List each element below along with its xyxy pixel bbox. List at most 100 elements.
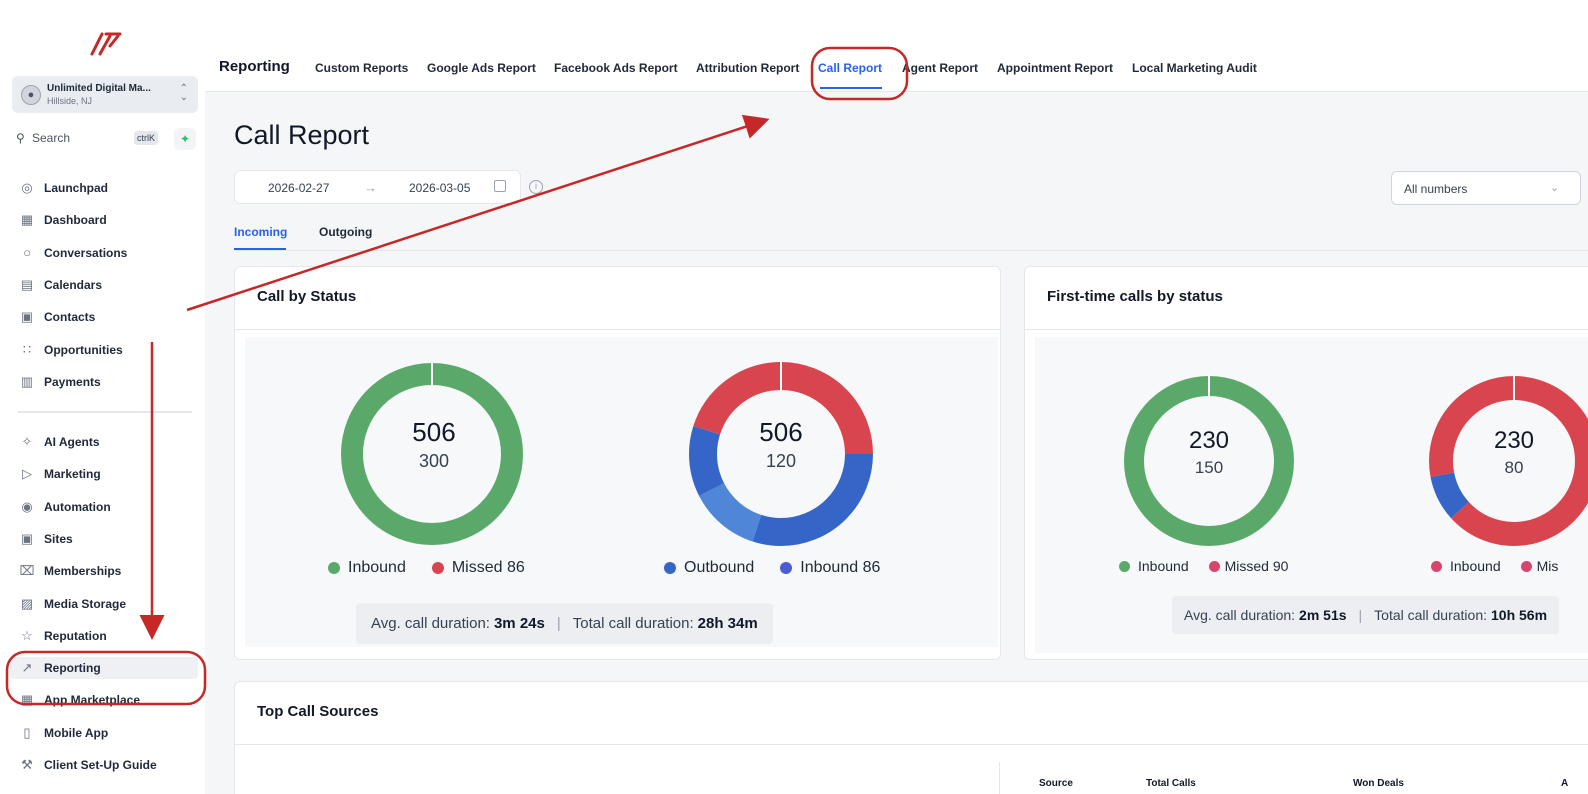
date-range-picker[interactable]: 2026-02-27 → 2026-03-05 [234,170,521,204]
sidebar-item-label: Conversations [44,245,128,260]
account-avatar-icon: ● [21,85,41,105]
launchpad-icon: ◎ [21,180,33,195]
image-icon: ▨ [20,595,34,611]
tab-custom-reports[interactable]: Custom Reports [315,61,408,75]
sidebar-item-reputation[interactable]: ☆ Reputation [18,625,198,647]
table-header-total-calls: Total Calls [1146,778,1196,789]
info-icon[interactable]: i [529,180,543,194]
legend-dot [431,562,444,574]
sidebar-item-ai-agents[interactable]: ✧ AI Agents [18,431,198,453]
subtab-outgoing[interactable]: Outgoing [319,225,372,239]
donut-total: 230 [1493,427,1535,454]
sidebar-item-opportunities[interactable]: ∷ Opportunities [18,339,198,361]
quick-action-button[interactable]: ✦ [174,128,196,150]
calendar-icon [494,180,506,192]
avg-duration-label: Avg. call duration: [371,615,490,632]
donut-total: 506 [412,417,456,447]
tab-local-marketing-audit[interactable]: Local Marketing Audit [1132,61,1257,75]
arrow-right-icon: → [364,180,377,195]
calendar-icon: ▤ [20,276,34,292]
donut-center-label: 506 120 [721,417,841,472]
avg-duration-label: Avg. call duration: [1184,607,1296,623]
tab-call-report[interactable]: Call Report [818,61,882,75]
legend-label: Inbound [348,559,406,576]
send-icon: ▷ [22,466,32,482]
top-nav-title: Reporting [219,58,290,75]
sidebar-item-label: Dashboard [44,213,107,228]
tab-attribution-report[interactable]: Attribution Report [696,61,799,75]
top-call-sources-card: Top Call Sources Source Total Calls Won … [234,681,1588,794]
sidebar-item-marketing[interactable]: ▷ Marketing [18,463,198,485]
sidebar-item-dashboard[interactable]: ▦ Dashboard [18,209,198,231]
legend-dot [328,562,340,574]
sidebar-item-label: App Marketplace [44,693,141,708]
sidebar-item-sites[interactable]: ▣ Sites [18,528,198,550]
subtab-incoming[interactable]: Incoming [234,225,287,239]
sidebar-item-conversations[interactable]: ○ Conversations [18,242,198,264]
numbers-select[interactable]: All numbers ⌄ [1391,171,1581,205]
legend-label: Missed 86 [451,559,525,576]
card-body: 230 150 230 80 Inbound Missed 90 Inbound… [1035,337,1588,653]
active-subtab-indicator [234,248,286,250]
legend-label: Missed 90 [1224,558,1289,574]
subtabs-divider [234,250,1588,251]
sidebar-item-label: Launchpad [44,181,109,195]
donut-center-label: 506 300 [374,417,494,472]
sidebar-item-label: Memberships [44,564,122,579]
sparkle-icon: ✧ [21,434,33,449]
logo-icon[interactable] [86,24,126,64]
donut-sub: 80 [1504,458,1524,477]
sidebar-item-calendars[interactable]: ▤ Calendars [18,274,198,296]
sidebar-item-label: Marketing [44,467,101,482]
sidebar-item-label: Client Set-Up Guide [44,758,157,772]
date-end: 2026-03-05 [409,181,471,195]
sidebar-item-reporting[interactable]: ↗ Reporting [10,657,198,680]
sidebar-item-label: Media Storage [44,596,127,611]
card-divider [1025,329,1588,330]
chevron-down-icon: ⌄ [1550,182,1560,194]
legend-label: Mis [1536,558,1559,574]
table-header-won-deals: Won Deals [1353,778,1404,789]
card-title: Top Call Sources [257,703,379,720]
sidebar-item-label: Opportunities [44,342,123,357]
account-switcher[interactable]: ● Unlimited Digital Ma... Hillside, NJ ⌃… [12,76,198,113]
chart-legend: Inbound Missed 86 [328,559,525,577]
stats-separator: | [556,615,561,632]
total-duration-label: Total call duration: [1374,607,1487,623]
tab-google-ads-report[interactable]: Google Ads Report [427,61,536,75]
sidebar-item-label: Calendars [44,277,103,292]
sidebar-item-label: Payments [44,374,101,389]
date-start: 2026-02-27 [268,181,330,195]
tab-appointment-report[interactable]: Appointment Report [997,61,1113,75]
search-input[interactable]: ⚲ Search ctrlK [12,126,166,150]
search-icon: ⚲ [16,131,25,145]
donut-sub: 150 [1194,458,1224,477]
card-title: First-time calls by status [1047,288,1223,305]
chart-legend: Outbound Inbound 86 [664,559,880,577]
sidebar-item-memberships[interactable]: ⌧ Memberships [18,560,198,582]
card-divider [235,744,1588,745]
dashboard-icon: ▦ [20,212,34,228]
membership-icon: ⌧ [19,563,35,579]
sidebar-item-app-marketplace[interactable]: ▦ App Marketplace [18,689,198,711]
sidebar-item-client-set-up-guide[interactable]: ⚒ Client Set-Up Guide [18,754,198,776]
total-duration-label: Total call duration: [572,615,694,632]
sidebar-item-label: Reputation [44,628,107,643]
account-location: Hillside, NJ [47,96,93,106]
opportunities-icon: ∷ [22,341,32,357]
sidebar-item-launchpad[interactable]: ◎ Launchpad [18,177,198,199]
sidebar-item-automation[interactable]: ◉ Automation [18,496,198,518]
card-column-divider [999,762,1000,794]
sidebar-item-mobile-app[interactable]: ▯ Mobile App [18,722,198,744]
sidebar-item-contacts[interactable]: ▣ Contacts [18,306,198,328]
sidebar-item-label: Automation [44,499,111,514]
legend-label: Inbound [1450,558,1501,574]
sidebar-item-media-storage[interactable]: ▨ Media Storage [18,593,198,615]
sidebar-item-payments[interactable]: ▥ Payments [18,371,198,393]
tab-agent-report[interactable]: Agent Report [902,61,978,75]
tab-facebook-ads-report[interactable]: Facebook Ads Report [554,61,678,75]
call-duration-stats: Avg. call duration: 2m 51s | Total call … [1172,596,1560,634]
legend-label: Inbound 86 [800,559,881,576]
sites-icon: ▣ [20,530,34,546]
search-shortcut: ctrlK [134,131,158,145]
